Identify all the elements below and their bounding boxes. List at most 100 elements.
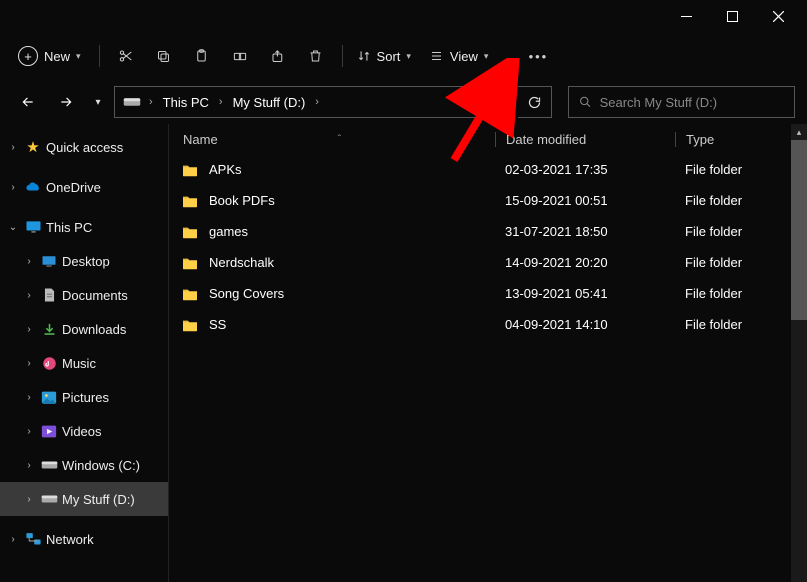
folder-icon	[181, 224, 201, 240]
chevron-right-icon: ›	[22, 324, 36, 335]
recent-button[interactable]: ▾	[88, 86, 108, 118]
maximize-button[interactable]	[709, 0, 755, 32]
chevron-right-icon: ›	[6, 182, 20, 193]
chevron-down-icon: ▾	[484, 51, 489, 62]
file-name: Nerdschalk	[209, 255, 495, 270]
sidebar-item-windows-c[interactable]: › Windows (C:)	[0, 448, 168, 482]
file-date: 14-09-2021 20:20	[495, 255, 675, 270]
refresh-icon	[527, 95, 542, 110]
file-area: Name ˆ Date modified Type APKs02-03-2021…	[168, 124, 807, 582]
rename-button[interactable]	[222, 38, 258, 74]
arrow-right-icon	[58, 95, 74, 109]
column-header-type[interactable]: Type	[675, 132, 807, 147]
sidebar-item-videos[interactable]: › Videos	[0, 414, 168, 448]
chevron-right-icon: ›	[22, 256, 36, 267]
sort-indicator-icon: ˆ	[338, 134, 341, 145]
view-button[interactable]: View ▾	[423, 38, 498, 74]
sidebar-item-desktop[interactable]: › Desktop	[0, 244, 168, 278]
file-name: games	[209, 224, 495, 239]
search-input[interactable]	[600, 95, 784, 110]
chevron-right-icon: ›	[6, 534, 20, 545]
file-row[interactable]: Book PDFs15-09-2021 00:51File folder	[169, 185, 807, 216]
file-type: File folder	[675, 224, 807, 239]
refresh-button[interactable]	[518, 86, 552, 118]
share-icon	[270, 49, 286, 64]
file-type: File folder	[675, 317, 807, 332]
breadcrumb-this-pc[interactable]: This PC	[161, 95, 211, 110]
file-date: 02-03-2021 17:35	[495, 162, 675, 177]
sidebar-item-label: Music	[62, 356, 96, 371]
arrow-left-icon	[20, 95, 36, 109]
view-icon	[429, 50, 444, 62]
delete-button[interactable]	[298, 38, 334, 74]
address-history-button[interactable]: ▾	[483, 97, 503, 108]
chevron-down-icon: ▾	[95, 97, 100, 108]
back-button[interactable]	[12, 86, 44, 118]
search-box[interactable]	[568, 86, 795, 118]
file-row[interactable]: SS04-09-2021 14:10File folder	[169, 309, 807, 340]
copy-button[interactable]	[146, 38, 182, 74]
column-header-name[interactable]: Name ˆ	[183, 132, 495, 147]
folder-icon	[181, 193, 201, 209]
file-row[interactable]: APKs02-03-2021 17:35File folder	[169, 154, 807, 185]
file-row[interactable]: Nerdschalk14-09-2021 20:20File folder	[169, 247, 807, 278]
sidebar-item-music[interactable]: › Music	[0, 346, 168, 380]
plus-icon: +	[18, 46, 38, 66]
nav-row: ▾ › This PC › My Stuff (D:) › ▾	[0, 80, 807, 124]
sidebar-item-label: Documents	[62, 288, 128, 303]
ellipsis-icon: •••	[529, 49, 549, 64]
chevron-down-icon: ⌄	[6, 222, 20, 233]
clipboard-icon	[194, 48, 209, 64]
chevron-right-icon: ›	[22, 494, 36, 505]
minimize-button[interactable]	[663, 0, 709, 32]
chevron-right-icon: ›	[22, 290, 36, 301]
vertical-scrollbar[interactable]: ▴	[791, 124, 807, 582]
scroll-thumb[interactable]	[791, 140, 807, 320]
monitor-icon	[24, 218, 42, 236]
file-type: File folder	[675, 286, 807, 301]
file-type: File folder	[675, 162, 807, 177]
copy-icon	[156, 49, 171, 64]
sidebar-item-quick-access[interactable]: › ★ Quick access	[0, 130, 168, 164]
file-row[interactable]: Song Covers13-09-2021 05:41File folder	[169, 278, 807, 309]
picture-icon	[40, 388, 58, 406]
column-headers: Name ˆ Date modified Type	[169, 124, 807, 154]
sidebar-item-label: My Stuff (D:)	[62, 492, 135, 507]
sidebar-item-onedrive[interactable]: › OneDrive	[0, 170, 168, 204]
file-row[interactable]: games31-07-2021 18:50File folder	[169, 216, 807, 247]
close-button[interactable]	[755, 0, 801, 32]
sidebar-item-documents[interactable]: › Documents	[0, 278, 168, 312]
share-button[interactable]	[260, 38, 296, 74]
sidebar-item-label: Windows (C:)	[62, 458, 140, 473]
sidebar-item-label: Pictures	[62, 390, 109, 405]
cut-button[interactable]	[108, 38, 144, 74]
desktop-icon	[40, 252, 58, 270]
divider	[342, 45, 343, 67]
address-bar[interactable]: › This PC › My Stuff (D:) › ▾	[114, 86, 512, 118]
column-header-date[interactable]: Date modified	[495, 132, 675, 147]
titlebar	[0, 0, 807, 32]
sidebar-item-my-stuff-d[interactable]: › My Stuff (D:)	[0, 482, 168, 516]
breadcrumb-current[interactable]: My Stuff (D:)	[231, 95, 308, 110]
sidebar-item-downloads[interactable]: › Downloads	[0, 312, 168, 346]
sort-button[interactable]: Sort ▾	[351, 38, 421, 74]
folder-icon	[181, 255, 201, 271]
forward-button[interactable]	[50, 86, 82, 118]
paste-button[interactable]	[184, 38, 220, 74]
video-icon	[40, 422, 58, 440]
new-button[interactable]: + New ▾	[12, 38, 91, 74]
chevron-right-icon: ›	[313, 96, 321, 108]
folder-icon	[181, 317, 201, 333]
file-list: APKs02-03-2021 17:35File folderBook PDFs…	[169, 154, 807, 340]
sidebar-item-network[interactable]: › Network	[0, 522, 168, 556]
music-icon	[40, 354, 58, 372]
scroll-up-icon[interactable]: ▴	[791, 124, 807, 140]
chevron-right-icon: ›	[22, 460, 36, 471]
sidebar-item-this-pc[interactable]: ⌄ This PC	[0, 210, 168, 244]
chevron-right-icon: ›	[22, 392, 36, 403]
more-button[interactable]: •••	[520, 38, 556, 74]
file-date: 04-09-2021 14:10	[495, 317, 675, 332]
sidebar-item-pictures[interactable]: › Pictures	[0, 380, 168, 414]
trash-icon	[308, 48, 323, 64]
chevron-right-icon: ›	[22, 426, 36, 437]
